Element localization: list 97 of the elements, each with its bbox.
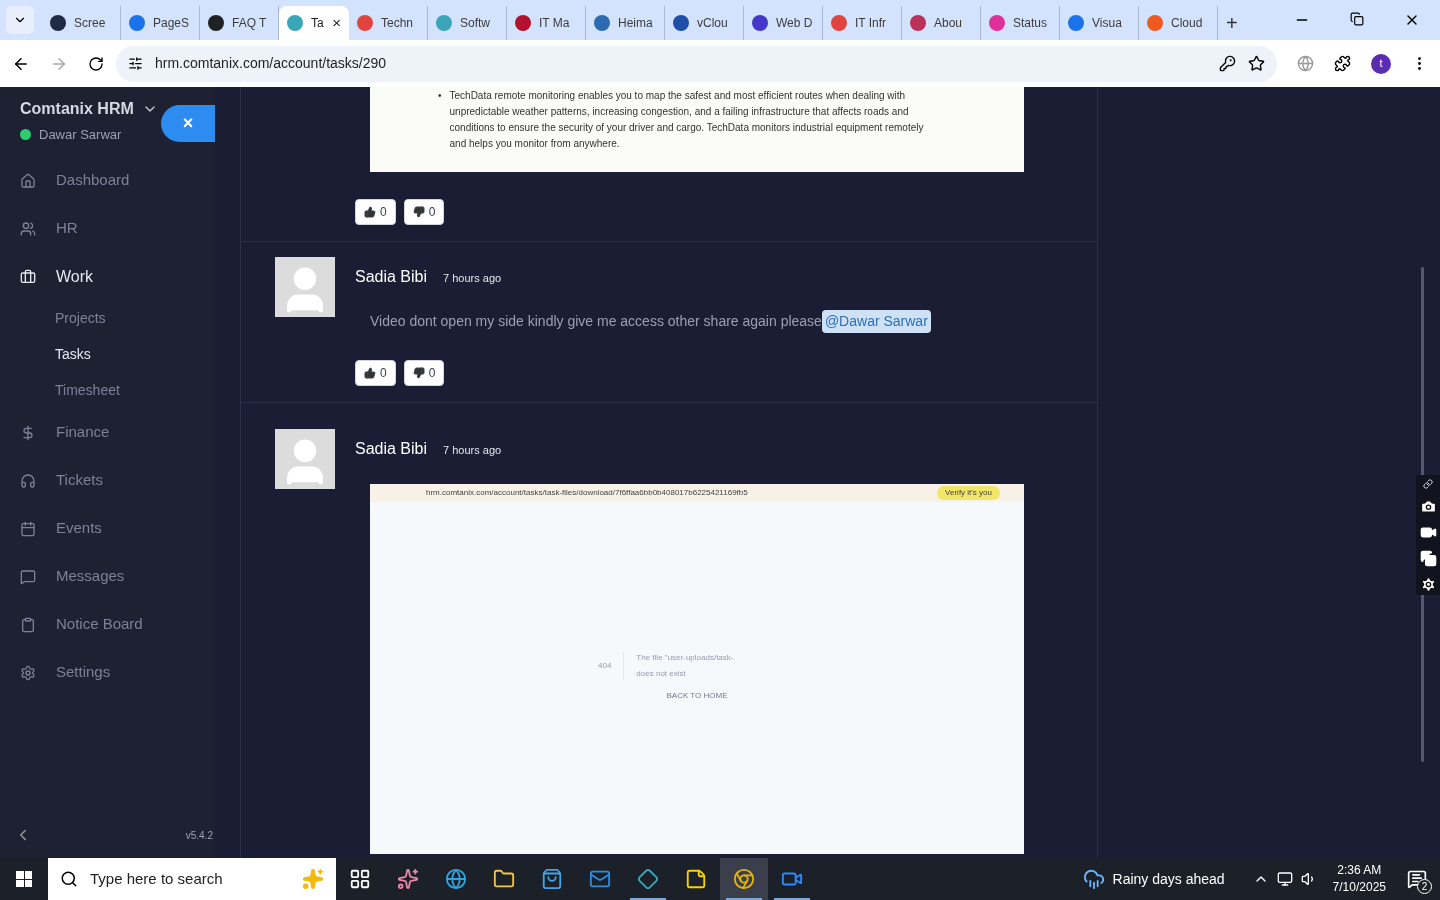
globe-icon — [445, 868, 467, 890]
tab-title: Web D — [776, 15, 813, 32]
sidebar-item[interactable]: Messages — [0, 552, 215, 601]
sidebar-subitem[interactable]: Timesheet — [0, 372, 215, 409]
task-view-icon — [349, 868, 371, 890]
version-text: v5.4.2 — [185, 828, 213, 843]
notification-count: 2 — [1417, 879, 1432, 894]
sidebar-item[interactable]: Events — [0, 504, 215, 553]
thumbs-down-icon — [412, 206, 425, 218]
menu-item-icon — [20, 520, 36, 537]
new-tab-button[interactable]: + — [1226, 8, 1238, 38]
menu-item-icon — [20, 664, 36, 681]
settings-icon[interactable] — [1419, 576, 1437, 593]
sidebar-item[interactable]: Finance — [0, 408, 215, 457]
menu-item-icon — [20, 568, 36, 585]
notification-button[interactable]: 2 — [1402, 864, 1432, 894]
tab-title: Scree — [74, 15, 106, 32]
link-icon[interactable] — [1423, 479, 1433, 489]
tab-title: Abou — [934, 15, 963, 32]
comment-author: Sadia Bibi — [355, 267, 428, 287]
comment-time: 7 hours ago — [443, 443, 502, 458]
verify-badge: Verify it's you — [937, 486, 1000, 500]
comment-text: Video dont open my side kindly give me access other share again please — [370, 312, 822, 331]
sidebar-subitem[interactable]: Tasks — [0, 336, 215, 373]
like-button[interactable]: 0 — [355, 199, 396, 225]
network-icon[interactable] — [1276, 871, 1293, 887]
address-bar[interactable]: hrm.comtanix.com/account/tasks/290 — [116, 45, 1277, 82]
bookmark-star-icon[interactable] — [1248, 55, 1265, 72]
browser-tab[interactable]: Ta × — [279, 6, 349, 40]
close-tab-button[interactable]: × — [332, 11, 341, 35]
thumbs-up-icon — [364, 367, 376, 379]
restore-icon[interactable] — [1350, 12, 1364, 26]
user-mention[interactable]: @Dawar Sarwar — [821, 310, 931, 333]
notification-icon — [1407, 869, 1427, 889]
reload-icon[interactable] — [88, 55, 104, 72]
tab-title: IT Ma — [539, 15, 570, 32]
search-placeholder: Type here to search — [90, 868, 223, 889]
menu-item-icon — [20, 472, 36, 489]
tab-title: Ta — [311, 15, 324, 32]
sparkle-icon — [397, 868, 419, 890]
tab-title: Softw — [460, 15, 490, 32]
site-settings-icon[interactable] — [128, 56, 143, 71]
sidebar-item[interactable]: Notice Board — [0, 600, 215, 649]
tab-title: FAQ T — [232, 15, 267, 32]
clock-date: 7/10/2025 — [1332, 879, 1386, 896]
tab-title: Status — [1013, 15, 1048, 32]
copy-icon[interactable] — [1419, 550, 1437, 567]
error-message: does not exist — [636, 668, 687, 680]
menu-item-icon — [20, 616, 36, 633]
bullet-text: TechData remote monitoring enables you to map the safest and most efficient routes when dealing with unpredictable weather patterns, increasing congestion, and a failing infrastructure that affects roads and conditions to ensure the security of your driver and cargo. TechData monitors industrial equipment remotely and helps you monitor from anywhere. — [449, 89, 925, 151]
tab-title: Visua — [1092, 15, 1122, 32]
dislike-button[interactable]: 0 — [403, 360, 445, 386]
sparkle-icon — [302, 868, 324, 890]
sidebar-item[interactable]: Tickets — [0, 456, 215, 505]
menu-item-icon — [20, 268, 36, 285]
dislike-button[interactable]: 0 — [403, 199, 445, 225]
tab-title: Cloud — [1171, 15, 1203, 32]
sticky-note-icon — [685, 868, 707, 890]
weather-icon — [1082, 868, 1105, 890]
weather-text: Rainy days ahead — [1112, 869, 1225, 889]
app-name: Comtanix HRM — [20, 99, 134, 119]
profile-avatar[interactable]: t — [1371, 53, 1391, 74]
taskbar-search-field[interactable]: Type here to search — [48, 858, 336, 900]
tab-title: PageS — [153, 15, 190, 32]
sidebar-item[interactable]: Work — [0, 252, 215, 301]
clock-time: 2:36 AM — [1337, 862, 1382, 879]
bullet-mark: • — [438, 89, 442, 103]
tab-title: Techn — [381, 15, 414, 32]
like-button[interactable]: 0 — [355, 360, 396, 386]
sidebar-item[interactable]: HR — [0, 204, 215, 253]
comment-author: Sadia Bibi — [355, 439, 428, 459]
sidebar-item[interactable]: Settings — [0, 648, 215, 697]
tab-title: IT Infr — [855, 15, 887, 32]
globe-icon[interactable] — [1297, 55, 1314, 72]
extensions-icon[interactable] — [1334, 55, 1351, 72]
menu-item-icon — [20, 172, 36, 189]
sidebar-item[interactable]: Dashboard — [0, 156, 215, 205]
mail-icon — [589, 868, 611, 890]
url-text: hrm.comtanix.com/account/tasks/290 — [155, 54, 387, 73]
comment-time: 7 hours ago — [443, 271, 502, 286]
diamond-icon — [637, 868, 659, 890]
bag-icon — [541, 868, 563, 890]
user-name: Dawar Sarwar — [39, 126, 122, 144]
search-icon — [60, 870, 78, 888]
thumbs-down-icon — [412, 367, 425, 379]
error-code: 404 — [598, 660, 612, 672]
error-message: The file "user-uploads/task- — [636, 652, 734, 664]
tab-title: vClou — [697, 15, 728, 32]
camera-icon[interactable] — [1419, 498, 1437, 515]
folder-icon — [493, 868, 515, 890]
key-icon[interactable] — [1219, 55, 1236, 72]
sidebar-subitem[interactable]: Projects — [0, 300, 215, 337]
tab-title: Heima — [618, 15, 653, 32]
menu-item-icon — [20, 424, 36, 441]
url-text: hrm.comtanix.com/account/tasks/task-files/download/7f6ffaa6bb0b408017b6225421169fb5 — [426, 487, 748, 499]
menu-item-icon — [20, 220, 36, 237]
thumbs-up-icon — [364, 206, 376, 218]
